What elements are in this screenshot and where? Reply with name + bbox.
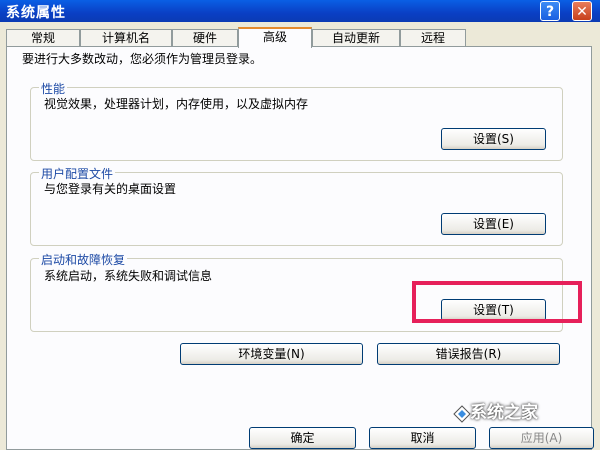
performance-description: 视觉效果，处理器计划，内存使用，以及虚拟内存: [44, 97, 309, 111]
user-profiles-settings-button[interactable]: 设置(E): [441, 213, 546, 235]
startup-recovery-description: 系统启动，系统失败和调试信息: [44, 269, 213, 283]
apply-button[interactable]: 应用(A): [489, 427, 594, 449]
admin-notice: 要进行大多数改动，您必须作为管理员登录。: [22, 52, 263, 66]
title-bar: 系统属性 ? ✕: [0, 0, 600, 22]
performance-settings-button[interactable]: 设置(S): [441, 128, 546, 150]
environment-variables-button[interactable]: 环境变量(N): [180, 343, 363, 365]
close-button[interactable]: ✕: [572, 1, 592, 21]
tab-general[interactable]: 常规: [6, 29, 80, 46]
tab-automatic-updates[interactable]: 自动更新: [312, 29, 400, 46]
highlight-box: [412, 281, 582, 323]
watermark-logo-icon: [453, 405, 471, 423]
ok-button[interactable]: 确定: [249, 427, 356, 449]
tab-advanced[interactable]: 高级: [238, 27, 312, 48]
error-reporting-button[interactable]: 错误报告(R): [377, 343, 560, 365]
tab-remote[interactable]: 远程: [400, 29, 466, 46]
startup-recovery-group-title: 启动和故障恢复: [39, 251, 128, 268]
tab-hardware[interactable]: 硬件: [172, 29, 238, 46]
watermark-text: 系统之家: [470, 403, 538, 423]
window-title: 系统属性: [6, 5, 66, 21]
cancel-button[interactable]: 取消: [369, 427, 476, 449]
help-button[interactable]: ?: [540, 1, 560, 21]
tab-computer-name[interactable]: 计算机名: [80, 29, 172, 46]
user-profiles-description: 与您登录有关的桌面设置: [44, 182, 177, 196]
